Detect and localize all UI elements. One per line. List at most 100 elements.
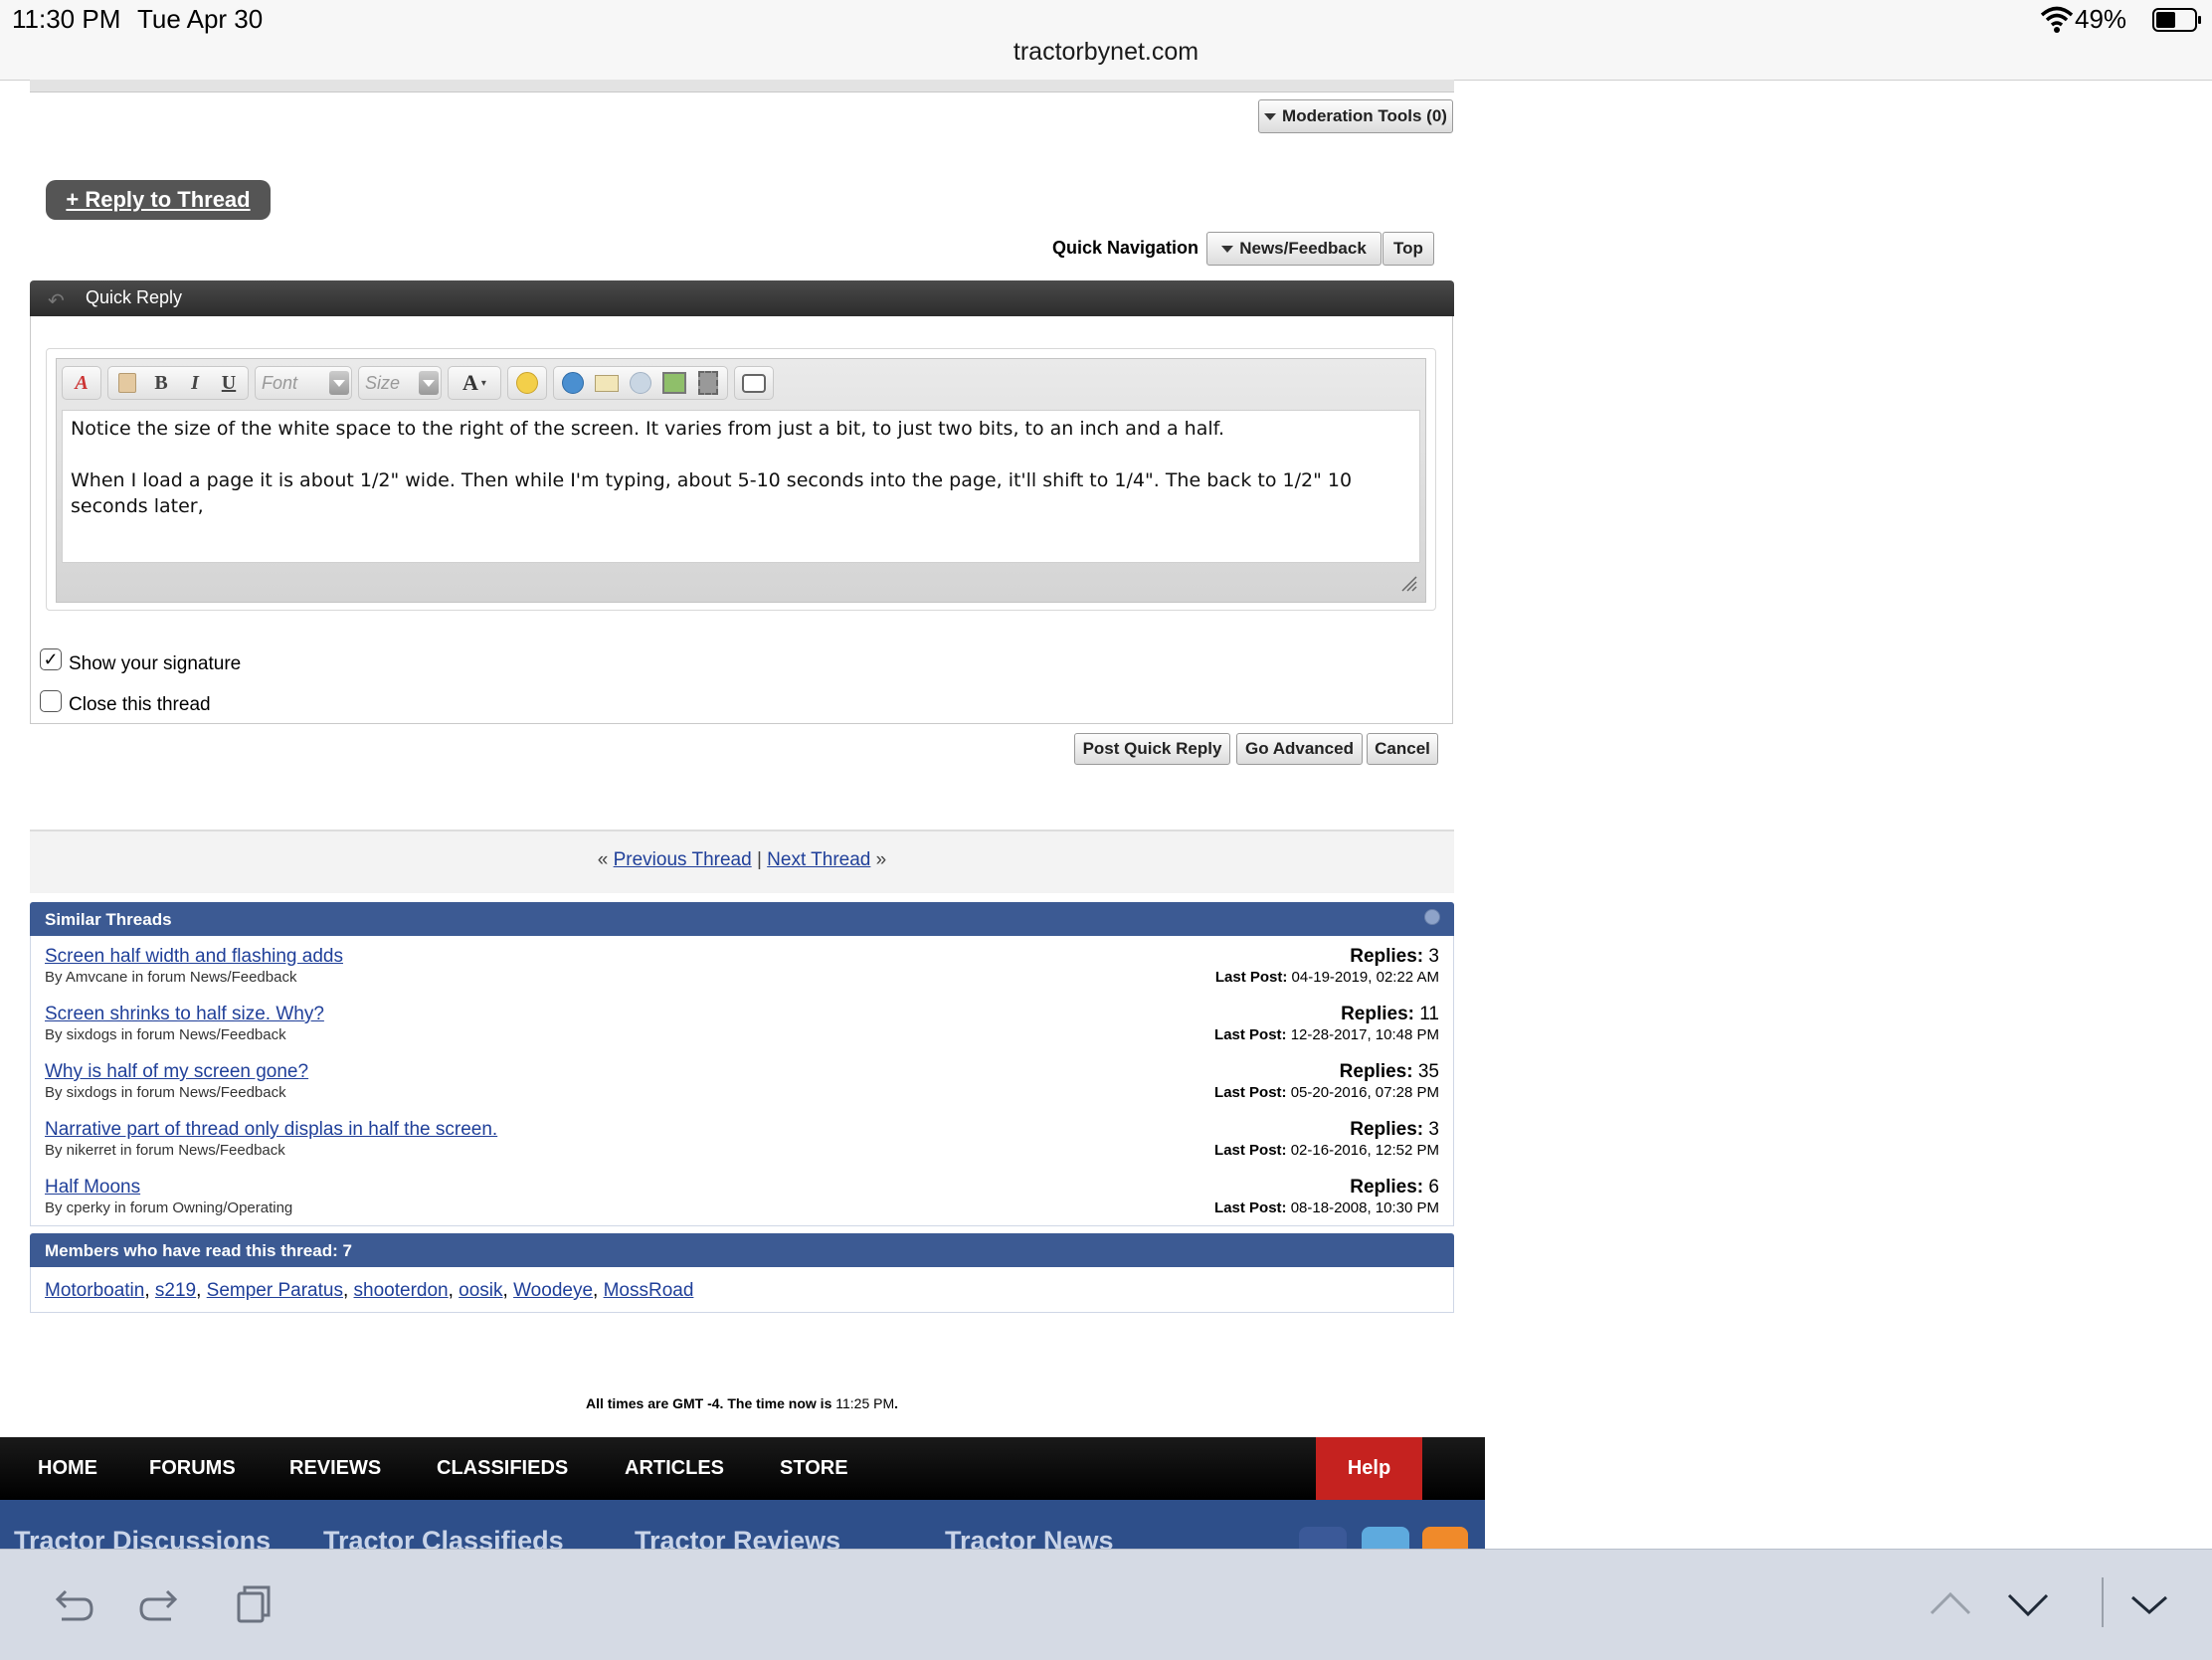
timezone-note: All times are GMT -4. The time now is 11… bbox=[0, 1395, 1484, 1411]
similar-thread-replies: Replies: 35 bbox=[1340, 1061, 1439, 1083]
italic-icon[interactable]: I bbox=[180, 369, 210, 397]
prev-marker: « bbox=[597, 849, 609, 870]
message-textarea[interactable]: Notice the size of the white space to th… bbox=[62, 410, 1420, 563]
similar-thread-last-post: Last Post: 12-28-2017, 10:48 PM bbox=[1214, 1026, 1439, 1043]
message-line-1: Notice the size of the white space to th… bbox=[71, 418, 1224, 440]
last-post-date: 12-28-2017, 10:48 PM bbox=[1290, 1026, 1439, 1043]
similar-thread-author: By cperky in forum Owning/Operating bbox=[45, 1199, 293, 1216]
replies-label: Replies: bbox=[1350, 1177, 1424, 1198]
moderation-tools-label: Moderation Tools (0) bbox=[1282, 106, 1447, 125]
previous-thread-link[interactable]: Previous Thread bbox=[614, 849, 752, 870]
quote-icon[interactable] bbox=[739, 369, 769, 397]
similar-thread-author: By sixdogs in forum News/Feedback bbox=[45, 1026, 286, 1043]
quick-reply-header bbox=[30, 280, 1454, 316]
similar-thread-title[interactable]: Half Moons bbox=[45, 1177, 140, 1199]
similar-thread-last-post: Last Post: 04-19-2019, 02:22 AM bbox=[1215, 969, 1439, 986]
undo-icon[interactable] bbox=[46, 1579, 95, 1629]
similar-thread-author: By nikerret in forum News/Feedback bbox=[45, 1142, 285, 1159]
forum-jump-value: News/Feedback bbox=[1239, 239, 1367, 258]
video-icon[interactable] bbox=[693, 369, 723, 397]
similar-thread-title[interactable]: Narrative part of thread only displas in… bbox=[45, 1119, 497, 1141]
similar-thread-title[interactable]: Why is half of my screen gone? bbox=[45, 1061, 308, 1083]
similar-thread-replies: Replies: 3 bbox=[1350, 946, 1439, 968]
address-bar[interactable]: tractorbynet.com bbox=[0, 38, 2212, 67]
redo-icon[interactable] bbox=[137, 1579, 187, 1629]
font-select[interactable]: Font bbox=[255, 366, 352, 400]
clipboard-icon[interactable] bbox=[229, 1579, 278, 1629]
chevron-up-icon[interactable] bbox=[1926, 1579, 1975, 1629]
image-icon[interactable] bbox=[659, 369, 689, 397]
similar-thread-author: By Amvcane in forum News/Feedback bbox=[45, 969, 297, 986]
message-line-2: When I load a page it is about 1/2" wide… bbox=[71, 469, 1353, 517]
replies-count: 3 bbox=[1428, 1119, 1439, 1140]
forum-jump-select[interactable]: News/Feedback bbox=[1206, 232, 1382, 266]
bold-icon[interactable]: B bbox=[146, 369, 176, 397]
help-button[interactable]: Help bbox=[1316, 1437, 1422, 1500]
size-select[interactable]: Size bbox=[358, 366, 442, 400]
similar-thread-replies: Replies: 3 bbox=[1350, 1119, 1439, 1141]
member-link[interactable]: Motorboatin bbox=[45, 1280, 144, 1301]
footer-nav-reviews[interactable]: REVIEWS bbox=[289, 1457, 381, 1480]
quick-navigation-label: Quick Navigation bbox=[1052, 238, 1199, 258]
toolbar-group-mode: A bbox=[62, 366, 101, 400]
next-thread-link[interactable]: Next Thread bbox=[767, 849, 870, 870]
top-button[interactable]: Top bbox=[1382, 232, 1434, 266]
remove-format-icon[interactable]: A bbox=[67, 369, 96, 397]
replies-count: 6 bbox=[1428, 1177, 1439, 1198]
footer-nav-forums[interactable]: FORUMS bbox=[149, 1457, 236, 1480]
browser-bottom-toolbar bbox=[0, 1549, 2212, 1660]
timezone-prefix: All times are GMT -4. The time now is bbox=[585, 1395, 832, 1411]
underline-icon[interactable]: U bbox=[214, 369, 244, 397]
member-link[interactable]: Woodeye bbox=[513, 1280, 593, 1301]
replies-count: 35 bbox=[1417, 1061, 1439, 1082]
member-link[interactable]: oosik bbox=[459, 1280, 502, 1301]
toolbar-group-insert bbox=[553, 366, 728, 400]
footer-nav-articles[interactable]: ARTICLES bbox=[625, 1457, 724, 1480]
toolbar-group-quote bbox=[734, 366, 774, 400]
post-quick-reply-button[interactable]: Post Quick Reply bbox=[1074, 733, 1230, 765]
replies-label: Replies: bbox=[1341, 1004, 1414, 1024]
footer-nav-home[interactable]: HOME bbox=[38, 1457, 97, 1480]
similar-thread-author: By sixdogs in forum News/Feedback bbox=[45, 1084, 286, 1101]
last-post-date: 02-16-2016, 12:52 PM bbox=[1290, 1142, 1439, 1159]
battery-icon bbox=[2152, 8, 2201, 32]
moderation-tools-button[interactable]: Moderation Tools (0) bbox=[1258, 99, 1453, 133]
dropdown-arrow-icon bbox=[1264, 112, 1277, 120]
member-link[interactable]: MossRoad bbox=[604, 1280, 694, 1301]
email-icon[interactable] bbox=[592, 369, 622, 397]
nav-separator: | bbox=[756, 849, 762, 870]
footer-nav-store[interactable]: STORE bbox=[780, 1457, 848, 1480]
similar-thread-title[interactable]: Screen shrinks to half size. Why? bbox=[45, 1004, 324, 1025]
member-link[interactable]: s219 bbox=[155, 1280, 196, 1301]
status-date: Tue Apr 30 bbox=[137, 4, 264, 34]
unlink-icon[interactable] bbox=[626, 369, 655, 397]
show-signature-checkbox[interactable]: ✓ bbox=[40, 648, 62, 670]
last-post-date: 04-19-2019, 02:22 AM bbox=[1291, 969, 1439, 986]
close-thread-checkbox[interactable] bbox=[40, 690, 62, 712]
reply-to-thread-button[interactable]: + Reply to Thread bbox=[46, 180, 271, 220]
toolbar-group-format: B I U bbox=[107, 366, 249, 400]
font-select-arrow-icon bbox=[329, 371, 349, 395]
last-post-label: Last Post: bbox=[1214, 1084, 1287, 1101]
footer-nav-classifieds[interactable]: CLASSIFIEDS bbox=[437, 1457, 568, 1480]
cancel-button[interactable]: Cancel bbox=[1367, 733, 1438, 765]
chevron-down-icon[interactable] bbox=[2003, 1579, 2053, 1629]
smilie-icon[interactable] bbox=[512, 369, 542, 397]
collapse-icon[interactable] bbox=[1424, 909, 1440, 925]
similar-thread-last-post: Last Post: 08-18-2008, 10:30 PM bbox=[1214, 1199, 1439, 1216]
keyboard-dismiss-icon[interactable] bbox=[2124, 1579, 2174, 1629]
member-link[interactable]: shooterdon bbox=[354, 1280, 449, 1301]
text-color-icon[interactable]: A ▾ bbox=[453, 369, 496, 397]
last-post-label: Last Post: bbox=[1214, 1199, 1287, 1216]
replies-label: Replies: bbox=[1350, 946, 1424, 967]
link-icon[interactable] bbox=[558, 369, 588, 397]
go-advanced-button[interactable]: Go Advanced bbox=[1236, 733, 1363, 765]
show-signature-label: Show your signature bbox=[69, 653, 242, 674]
similar-thread-title[interactable]: Screen half width and flashing adds bbox=[45, 946, 343, 968]
member-link[interactable]: Semper Paratus bbox=[207, 1280, 343, 1301]
dropdown-arrow-icon bbox=[1221, 245, 1234, 253]
current-time: 11:25 PM bbox=[835, 1395, 895, 1411]
paste-icon[interactable] bbox=[112, 369, 142, 397]
status-time: 11:30 PM bbox=[12, 4, 121, 34]
resize-grip-icon[interactable] bbox=[1400, 575, 1418, 593]
